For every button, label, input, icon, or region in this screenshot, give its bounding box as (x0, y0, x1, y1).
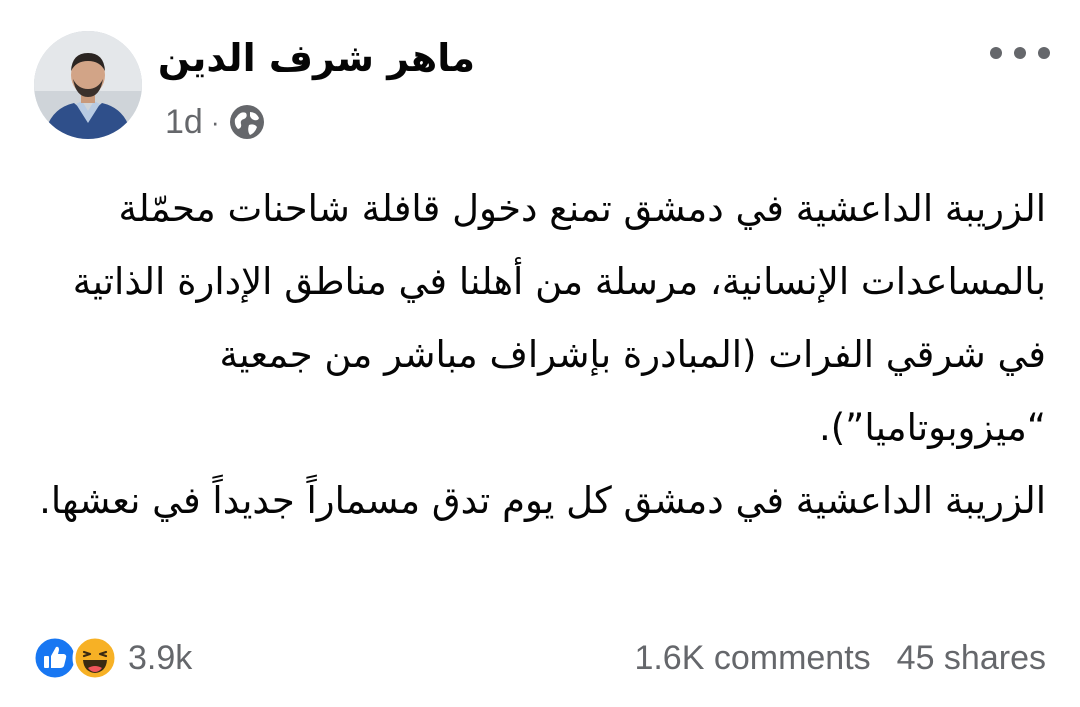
more-dot (1014, 47, 1026, 59)
meta-separator: · (210, 106, 220, 137)
post-footer: 3.9k 1.6K comments 45 shares (0, 625, 1080, 695)
globe-icon[interactable] (228, 103, 266, 141)
reactions-summary[interactable]: 3.9k (32, 635, 192, 681)
more-dot (990, 47, 1002, 59)
post-meta: 1d · (165, 98, 266, 146)
avatar-photo (34, 31, 142, 139)
post-body: الزريبة الداعشية في دمشق تمنع دخول قافلة… (36, 172, 1046, 537)
shares-link[interactable]: 45 shares (897, 639, 1046, 678)
post-paragraph-1: الزريبة الداعشية في دمشق تمنع دخول قافلة… (72, 187, 1046, 449)
post-time[interactable]: 1d (165, 103, 203, 142)
author-name[interactable]: ماهر شرف الدين (158, 28, 475, 88)
post-card: ماهر شرف الدين 1d · الزريبة الداعشية في … (0, 0, 1080, 707)
haha-icon (72, 635, 118, 681)
reaction-count: 3.9k (128, 638, 193, 677)
comments-link[interactable]: 1.6K comments (634, 639, 870, 678)
more-dot (1038, 47, 1050, 59)
author-avatar[interactable] (34, 31, 142, 139)
post-paragraph-2: الزريبة الداعشية في دمشق كل يوم تدق مسما… (39, 479, 1046, 522)
post-header: ماهر شرف الدين 1d · (0, 0, 1080, 150)
more-options-button[interactable] (990, 38, 1050, 68)
post-stats: 1.6K comments 45 shares (634, 635, 1046, 681)
